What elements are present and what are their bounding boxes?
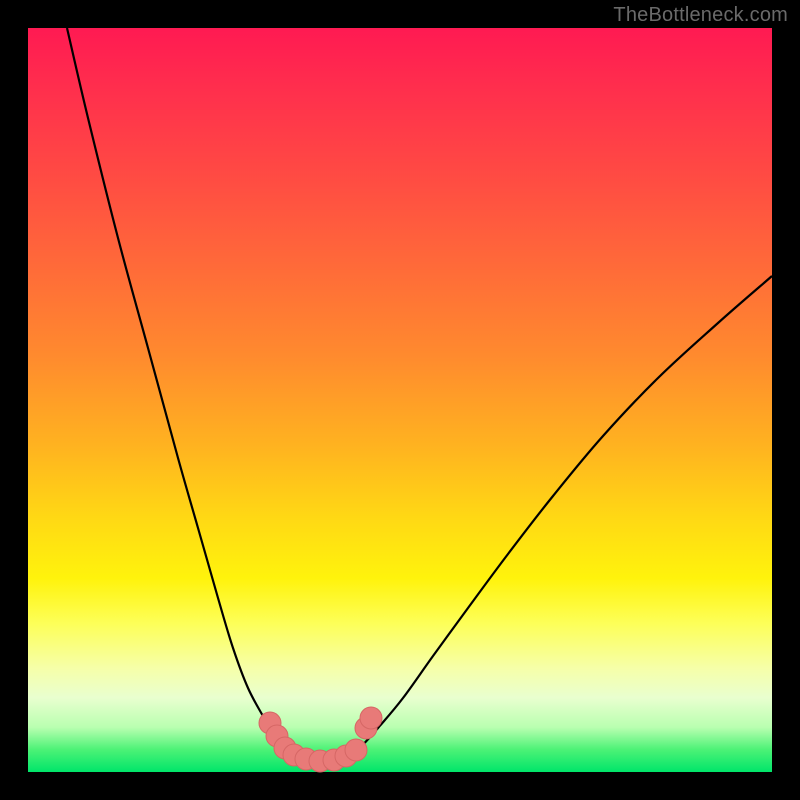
chart-svg [28,28,772,772]
valley-marker [360,707,382,729]
valley-marker [345,739,367,761]
outer-frame: TheBottleneck.com [0,0,800,800]
valley-markers [259,707,382,772]
curve-path [67,28,772,760]
watermark-text: TheBottleneck.com [613,4,788,27]
